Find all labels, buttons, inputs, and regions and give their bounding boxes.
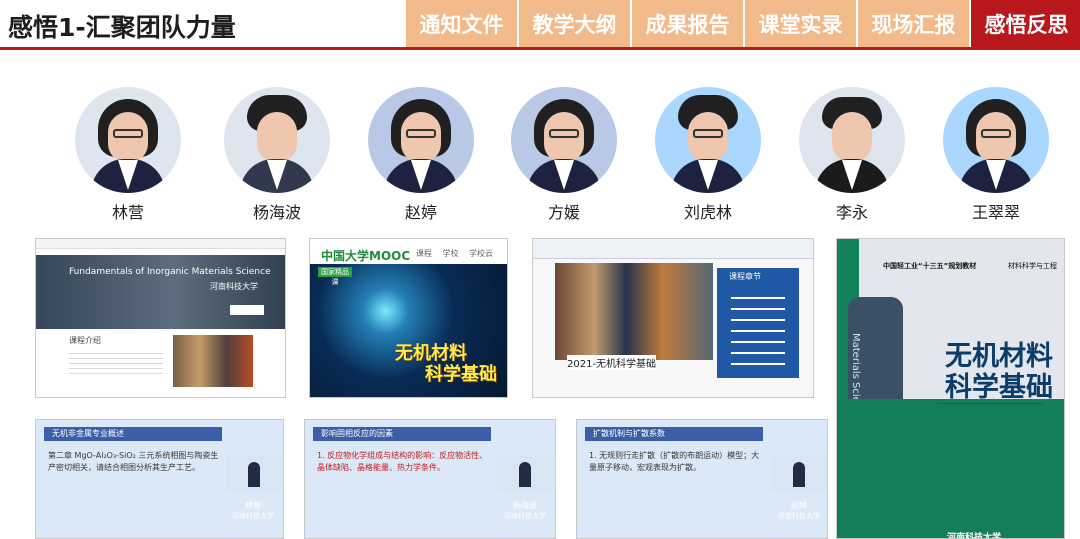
tab-results-report[interactable]: 成果报告: [632, 0, 743, 48]
page-title: 感悟1-汇聚团队力量: [8, 13, 236, 42]
team-member-name: 林营: [111, 203, 144, 222]
header: 感悟1-汇聚团队力量 通知文件 教学大纲 成果报告 课堂实录 现场汇报 感悟反思: [0, 0, 1080, 52]
header-divider: [0, 47, 1080, 50]
browser-toolbar: [533, 239, 813, 259]
team-member-name: 王翠翠: [971, 203, 1020, 222]
chapter-list: [731, 297, 785, 369]
book-publisher-text: 材料科学与工程: [1008, 262, 1057, 270]
book-university-text: 河南科技大学: [947, 533, 1002, 539]
lecturer-icon: [248, 462, 260, 487]
slide-body-text: 第二章 MgO-Al₂O₃-SiO₂ 三元系统相图与陶瓷生产密切相关，请结合相图…: [48, 451, 219, 472]
ceramic-artwork-image: [555, 263, 713, 360]
team-member: 方媛: [509, 87, 619, 223]
slide-title: 影响固相反应的因素: [313, 427, 491, 441]
team-member-name: 杨海波: [252, 203, 301, 222]
national-course-badge: 国家精品课: [318, 267, 352, 286]
book-series-text: 中国轻工业“十三五”规划教材: [883, 262, 977, 270]
team-member: 林营: [73, 87, 183, 223]
book-title-rule: [937, 403, 1043, 404]
team-member-name: 方媛: [547, 203, 580, 222]
lecturer-university: 河南科技大学: [504, 512, 546, 520]
team-member: 杨海波: [222, 87, 332, 223]
tab-onsite-report[interactable]: 现场汇报: [858, 0, 969, 48]
mooc-cover-title-line-2: 科学基础: [425, 364, 497, 385]
mooc-course-page-screenshot[interactable]: 中国大学MOOC 课程 学校 学校云 国家精品课 无机材料 科学基础: [309, 238, 508, 398]
course-intro-text: [69, 349, 163, 377]
lecturer-video-frame: [226, 456, 282, 491]
course-website-screenshot[interactable]: Fundamentals of Inorganic Materials Scie…: [35, 238, 286, 398]
lecturer-icon: [519, 462, 531, 487]
slide-title: 扩散机制与扩散系数: [585, 427, 763, 441]
top-tabs: 通知文件 教学大纲 成果报告 课堂实录 现场汇报 感悟反思: [404, 0, 1080, 48]
mooc-nav-links: 课程 学校 学校云: [415, 249, 493, 258]
mooc-logo-text: 中国大学MOOC: [321, 249, 411, 263]
lecturer-name: 赵婷: [791, 501, 807, 510]
tab-notice-files[interactable]: 通知文件: [406, 0, 517, 48]
female-teacher-photo-icon: [368, 87, 474, 193]
chapter-panel-title: 课程章节: [729, 272, 761, 281]
lecturer-name: 杨海波: [513, 501, 537, 510]
female-teacher-photo-icon: [943, 87, 1049, 193]
lecturer-name: 林营: [245, 501, 261, 510]
university-logo-text: 河南科技大学: [210, 282, 258, 291]
team-member: 李永: [797, 87, 907, 223]
team-member-name: 刘虎林: [683, 203, 732, 222]
book-title-line-2: 科学基础: [945, 372, 1053, 403]
course-site-title: Fundamentals of Inorganic Materials Scie…: [69, 267, 271, 277]
slide-body-text: 1. 反应物化学组成与结构的影响：反应物活性、晶体缺陷、晶格能量、热力学条件。: [317, 451, 488, 472]
lecturer-university: 河南科技大学: [778, 512, 820, 520]
lecture-slide-thumbnail[interactable]: 影响固相反应的因素 1. 反应物化学组成与结构的影响：反应物活性、晶体缺陷、晶格…: [304, 419, 556, 539]
female-teacher-photo-icon: [75, 87, 181, 193]
slide-body-text: 1. 无规则行走扩散（扩散的布朗运动）模型；大量原子移动，宏观表现为扩散。: [589, 451, 760, 472]
tab-syllabus[interactable]: 教学大纲: [519, 0, 630, 48]
team-member-name: 赵婷: [404, 203, 437, 222]
slide-title: 无机非金属专业概述: [44, 427, 222, 441]
textbook-cover[interactable]: 中国轻工业“十三五”规划教材 材料科学与工程 Materials Science…: [836, 238, 1065, 539]
female-teacher-photo-icon: [511, 87, 617, 193]
male-teacher-photo-icon: [799, 87, 905, 193]
male-teacher-photo-icon: [224, 87, 330, 193]
tab-reflection[interactable]: 感悟反思: [971, 0, 1080, 48]
team-member: 刘虎林: [653, 87, 763, 223]
lecturer-icon: [793, 462, 805, 487]
lecturer-university: 河南科技大学: [232, 512, 274, 520]
book-lower-panel: [837, 399, 1064, 538]
lecturer-video-frame: [497, 456, 553, 491]
mooc-cover-title-line-1: 无机材料: [395, 343, 467, 364]
course-page-heading: 2021-无机科学基础: [567, 355, 657, 370]
team-member-name: 李永: [835, 203, 868, 222]
lecture-slide-thumbnail[interactable]: 无机非金属专业概述 第二章 MgO-Al₂O₃-SiO₂ 三元系统相图与陶瓷生产…: [35, 419, 284, 539]
course-intro-heading: 课程介绍: [69, 336, 101, 345]
browser-toolbar: [36, 239, 285, 249]
online-course-chapter-screenshot[interactable]: 课程章节 2021-无机科学基础: [532, 238, 814, 398]
team-members: 林营 杨海波 赵婷 方媛 刘虎林 李永 王翠翠: [0, 87, 1080, 222]
team-member: 王翠翠: [941, 87, 1051, 223]
book-title-line-1: 无机材料: [945, 341, 1053, 372]
enroll-button[interactable]: [230, 305, 264, 315]
lecture-slide-thumbnail[interactable]: 扩散机制与扩散系数 1. 无规则行走扩散（扩散的布朗运动）模型；大量原子移动，宏…: [576, 419, 828, 539]
lecturer-video-frame: [771, 456, 827, 491]
tab-class-recordings[interactable]: 课堂实录: [745, 0, 856, 48]
male-teacher-photo-icon: [655, 87, 761, 193]
ceramics-gallery-image: [173, 335, 253, 387]
team-member: 赵婷: [366, 87, 476, 223]
